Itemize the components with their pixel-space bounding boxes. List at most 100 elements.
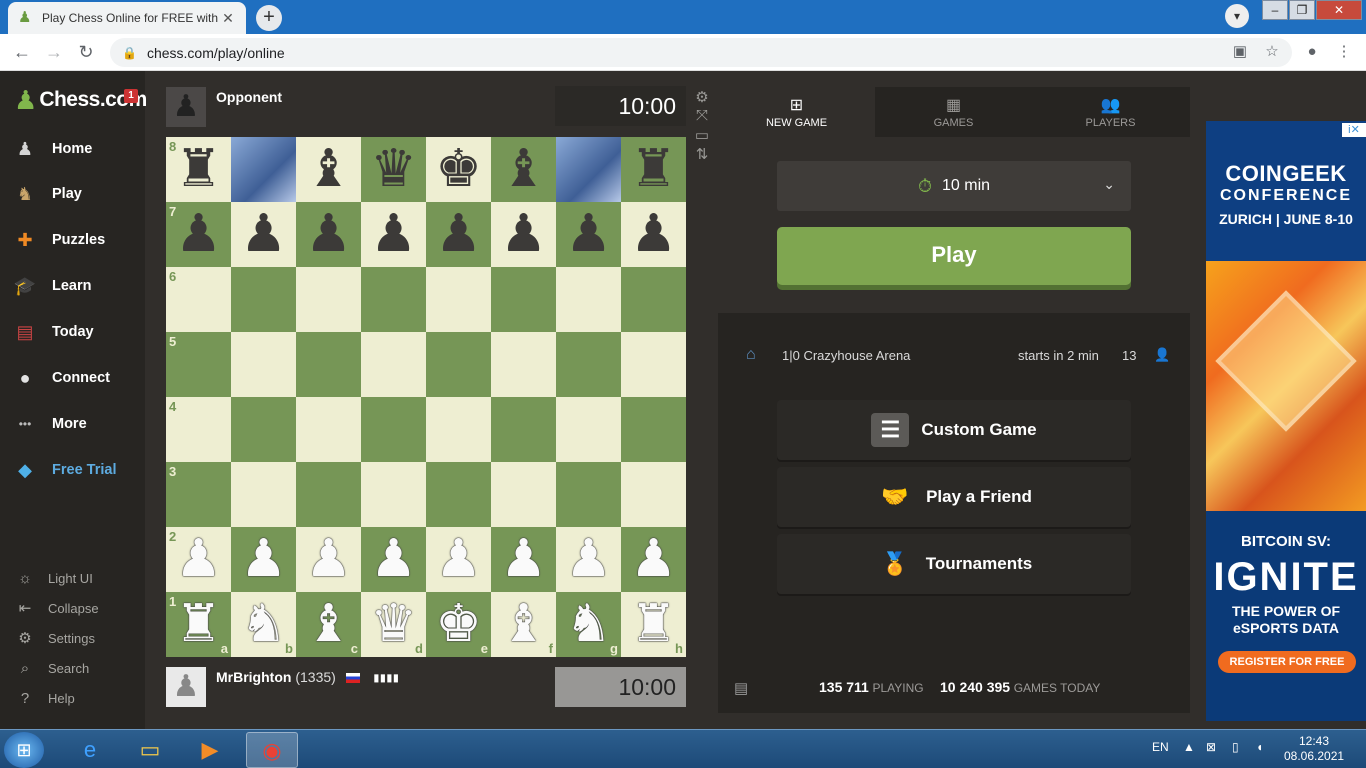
square-e2[interactable]: ♟: [426, 527, 491, 592]
square-g8[interactable]: [556, 137, 621, 202]
tab-players[interactable]: 👥 PLAYERS: [1032, 87, 1189, 137]
network-icon[interactable]: ⊠: [1206, 740, 1216, 754]
square-h6[interactable]: [621, 267, 686, 332]
square-f6[interactable]: [491, 267, 556, 332]
square-e8[interactable]: ♚: [426, 137, 491, 202]
white-pawn-icon[interactable]: ♟: [556, 527, 621, 592]
square-c7[interactable]: ♟: [296, 202, 361, 267]
media-player-icon[interactable]: ▶: [184, 732, 236, 768]
custom-game-button[interactable]: ☰ Custom Game: [777, 400, 1131, 460]
sidebar-sub-help[interactable]: ? Help: [0, 684, 145, 712]
square-f4[interactable]: [491, 397, 556, 462]
ie-icon[interactable]: e: [64, 732, 116, 768]
black-queen-icon[interactable]: ♛: [361, 137, 426, 202]
square-d6[interactable]: [361, 267, 426, 332]
square-g5[interactable]: [556, 332, 621, 397]
square-d5[interactable]: [361, 332, 426, 397]
square-d2[interactable]: ♟: [361, 527, 426, 592]
sidebar-item-more[interactable]: ••• More: [0, 403, 145, 445]
square-c1[interactable]: ♝ c: [296, 592, 361, 657]
black-pawn-icon[interactable]: ♟: [556, 202, 621, 267]
account-icon[interactable]: ●: [1301, 41, 1323, 63]
minimize-button[interactable]: –: [1262, 0, 1288, 20]
black-pawn-icon[interactable]: ♟: [491, 202, 556, 267]
white-pawn-icon[interactable]: ♟: [426, 527, 491, 592]
white-pawn-icon[interactable]: ♟: [621, 527, 686, 592]
square-e4[interactable]: [426, 397, 491, 462]
square-g6[interactable]: [556, 267, 621, 332]
black-rook-icon[interactable]: ♜: [621, 137, 686, 202]
square-e7[interactable]: ♟: [426, 202, 491, 267]
tab-close-icon[interactable]: ✕: [220, 10, 236, 27]
square-g4[interactable]: [556, 397, 621, 462]
sidebar-sub-collapse[interactable]: ⇤ Collapse: [0, 594, 145, 622]
square-a2[interactable]: ♟ 2: [166, 527, 231, 592]
sidebar-item-puzzles[interactable]: ✚ Puzzles: [0, 219, 145, 261]
arena-row[interactable]: ⌂ 1|0 Crazyhouse Arena starts in 2 min 1…: [742, 345, 1172, 367]
profile-dropdown-icon[interactable]: ▾: [1225, 4, 1249, 28]
square-c8[interactable]: ♝: [296, 137, 361, 202]
battery-icon[interactable]: ▯: [1232, 740, 1239, 754]
sidebar-item-today[interactable]: ▤ Today: [0, 311, 145, 353]
sidebar-item-home[interactable]: ♟ Home: [0, 128, 145, 170]
volume-icon[interactable]: ◖: [1256, 740, 1263, 754]
square-d3[interactable]: [361, 462, 426, 527]
bookmark-star-icon[interactable]: ☆: [1261, 41, 1283, 63]
chess-logo[interactable]: ♟ Chess.com 1: [14, 85, 147, 115]
white-bishop-icon[interactable]: ♝: [491, 592, 556, 657]
chrome-icon[interactable]: ◉: [246, 732, 298, 768]
custom-piece-image[interactable]: [231, 137, 296, 202]
chat-icon[interactable]: ▤: [734, 679, 748, 697]
black-king-icon[interactable]: ♚: [426, 137, 491, 202]
reload-icon[interactable]: ↻: [74, 40, 98, 64]
white-pawn-icon[interactable]: ♟: [231, 527, 296, 592]
square-e5[interactable]: [426, 332, 491, 397]
square-g7[interactable]: ♟: [556, 202, 621, 267]
square-b1[interactable]: ♞ b: [231, 592, 296, 657]
ad-banner[interactable]: i✕ COINGEEK CONFERENCE ZURICH | JUNE 8-1…: [1206, 121, 1366, 721]
translate-icon[interactable]: ▣: [1229, 41, 1251, 63]
flip-board-icon[interactable]: ⇅: [692, 145, 712, 164]
address-bar[interactable]: 🔒 chess.com/play/online: [110, 38, 1292, 67]
square-a1[interactable]: ♜ 1 a: [166, 592, 231, 657]
black-pawn-icon[interactable]: ♟: [296, 202, 361, 267]
square-h4[interactable]: [621, 397, 686, 462]
square-d4[interactable]: [361, 397, 426, 462]
language-indicator[interactable]: EN: [1152, 740, 1169, 754]
tab-games[interactable]: ▦ GAMES: [875, 87, 1032, 137]
square-a6[interactable]: 6: [166, 267, 231, 332]
square-h5[interactable]: [621, 332, 686, 397]
black-pawn-icon[interactable]: ♟: [231, 202, 296, 267]
square-a7[interactable]: ♟ 7: [166, 202, 231, 267]
square-c4[interactable]: [296, 397, 361, 462]
square-h3[interactable]: [621, 462, 686, 527]
explorer-icon[interactable]: ▭: [124, 732, 176, 768]
square-f3[interactable]: [491, 462, 556, 527]
board-settings-icon[interactable]: ⚙: [692, 88, 712, 107]
square-e6[interactable]: [426, 267, 491, 332]
square-c2[interactable]: ♟: [296, 527, 361, 592]
square-f1[interactable]: ♝ f: [491, 592, 556, 657]
sidebar-item-connect[interactable]: ● Connect: [0, 357, 145, 399]
square-e3[interactable]: [426, 462, 491, 527]
custom-piece-image[interactable]: [556, 137, 621, 202]
square-d8[interactable]: ♛: [361, 137, 426, 202]
maximize-button[interactable]: ❐: [1289, 0, 1315, 20]
black-pawn-icon[interactable]: ♟: [621, 202, 686, 267]
square-b6[interactable]: [231, 267, 296, 332]
sidebar-sub-settings[interactable]: ⚙ Settings: [0, 624, 145, 652]
square-d1[interactable]: ♛ d: [361, 592, 426, 657]
play-a-friend-button[interactable]: 🤝 Play a Friend: [777, 467, 1131, 527]
square-h8[interactable]: ♜: [621, 137, 686, 202]
play-button[interactable]: Play: [777, 227, 1131, 285]
sidebar-sub-light-ui[interactable]: ☼ Light UI: [0, 564, 145, 592]
square-c5[interactable]: [296, 332, 361, 397]
square-a4[interactable]: 4: [166, 397, 231, 462]
theater-mode-icon[interactable]: ▭: [692, 126, 712, 145]
player-name[interactable]: MrBrighton: [216, 669, 291, 685]
square-f8[interactable]: ♝: [491, 137, 556, 202]
menu-kebab-icon[interactable]: ⋮: [1333, 41, 1355, 63]
square-b8[interactable]: [231, 137, 296, 202]
square-h7[interactable]: ♟: [621, 202, 686, 267]
browser-tab[interactable]: ♟ Play Chess Online for FREE with F ✕: [8, 2, 246, 34]
